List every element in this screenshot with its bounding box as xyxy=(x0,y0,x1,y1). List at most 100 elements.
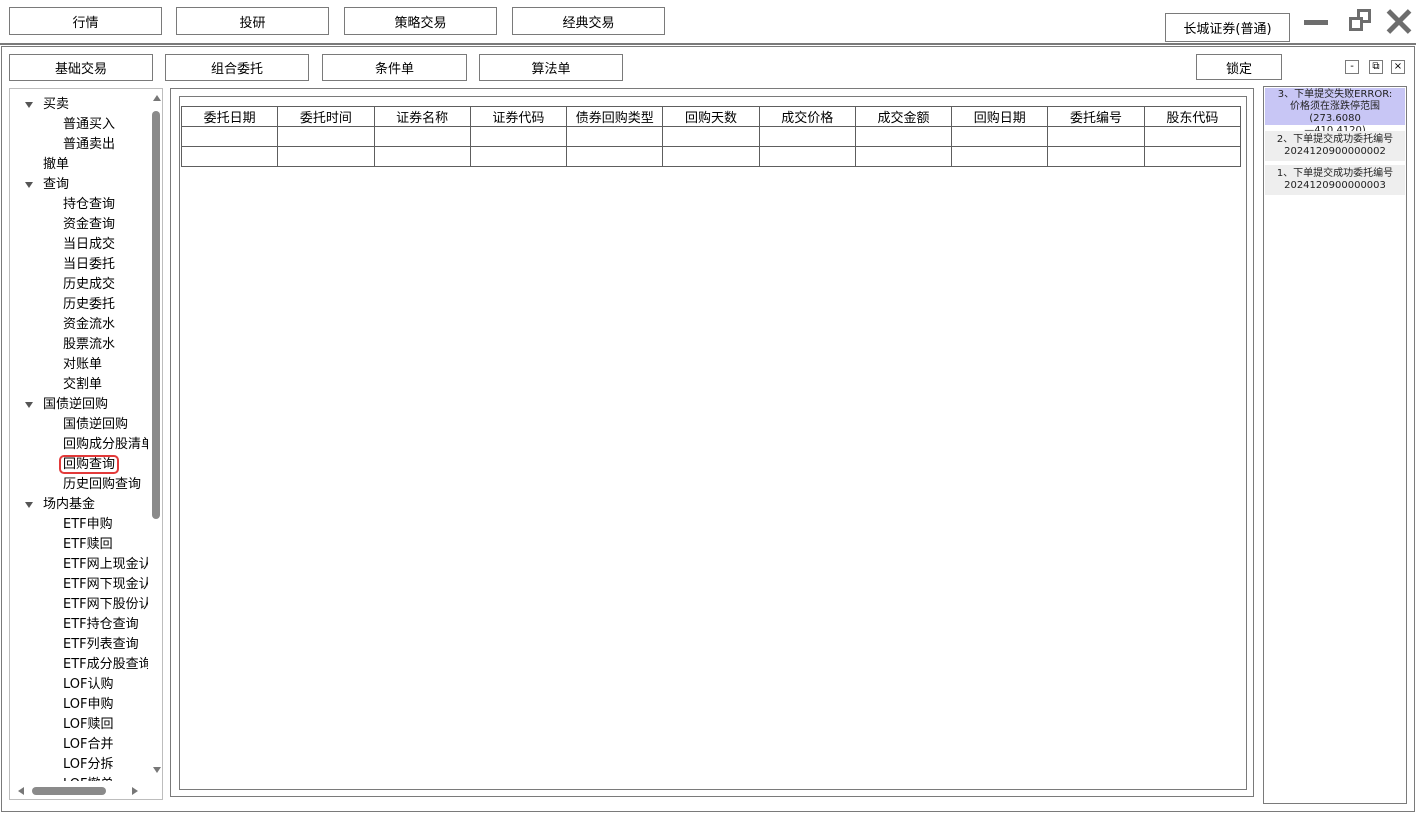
table-row[interactable] xyxy=(180,126,1242,147)
tab-market[interactable]: 行情 xyxy=(9,7,162,35)
tree-vertical-scrollbar[interactable] xyxy=(150,89,162,784)
column-header[interactable]: 回购天数 xyxy=(662,106,760,127)
panel-minimize-icon[interactable]: - xyxy=(1345,60,1359,74)
tree-item[interactable]: ETF网上现金认购 xyxy=(10,555,148,575)
column-header[interactable]: 成交金额 xyxy=(854,106,953,127)
tree-item[interactable]: 国债逆回购 xyxy=(10,415,148,435)
panel-close-icon[interactable]: × xyxy=(1391,60,1405,74)
tree-item-label: LOF申购 xyxy=(63,697,114,712)
tree-item[interactable]: LOF赎回 xyxy=(10,715,148,735)
tree-item[interactable]: LOF撤单 xyxy=(10,775,148,781)
tree-item[interactable]: ETF赎回 xyxy=(10,535,148,555)
tree-item[interactable]: 当日成交 xyxy=(10,235,148,255)
tree-item[interactable]: 资金查询 xyxy=(10,215,148,235)
table-cell xyxy=(277,146,375,167)
tree-item[interactable]: 交割单 xyxy=(10,375,148,395)
subtab-portfolio-order[interactable]: 组合委托 xyxy=(165,54,309,81)
tree-item-label: 历史成交 xyxy=(63,277,116,292)
tree-horizontal-scrollbar[interactable] xyxy=(10,783,150,799)
tree-item-label: 股票流水 xyxy=(63,337,116,352)
tree-item[interactable]: 历史回购查询 xyxy=(10,475,148,495)
column-header[interactable]: 委托时间 xyxy=(277,106,375,127)
subtab-conditional-order[interactable]: 条件单 xyxy=(322,54,467,81)
tree-item[interactable]: LOF分拆 xyxy=(10,755,148,775)
tree-item[interactable]: ETF申购 xyxy=(10,515,148,535)
tree-item[interactable]: LOF合并 xyxy=(10,735,148,755)
top-bar: 行情 投研 策略交易 经典交易 长城证券(普通) xyxy=(0,0,1416,44)
tree-item[interactable]: LOF认购 xyxy=(10,675,148,695)
expand-arrow-icon[interactable] xyxy=(25,102,33,108)
tree-item[interactable]: 普通卖出 xyxy=(10,135,148,155)
column-header[interactable]: 回购日期 xyxy=(951,106,1049,127)
tree-item[interactable]: 资金流水 xyxy=(10,315,148,335)
horizontal-scroll-thumb[interactable] xyxy=(32,787,106,795)
tree-item[interactable]: 当日委托 xyxy=(10,255,148,275)
tab-strategy-trading[interactable]: 策略交易 xyxy=(344,7,497,35)
tree-item[interactable]: 历史委托 xyxy=(10,295,148,315)
tree-item[interactable]: ETF网下股份认购 xyxy=(10,595,148,615)
table-cell xyxy=(1143,126,1242,147)
tree-group[interactable]: 国债逆回购 xyxy=(10,395,148,415)
scroll-down-arrow-icon[interactable] xyxy=(153,767,161,773)
tree-item[interactable]: 回购成分股清单 xyxy=(10,435,148,455)
subtab-algo-order[interactable]: 算法单 xyxy=(479,54,623,81)
column-header[interactable]: 债券回购类型 xyxy=(566,106,664,127)
tree-item[interactable]: 对账单 xyxy=(10,355,148,375)
column-header[interactable]: 委托编号 xyxy=(1047,106,1145,127)
nav-tree-panel: 买卖 普通买入 普通卖出 撤单查询持仓查询资金查询当日成交 当日委托历史成交历史委托资金… xyxy=(9,88,163,800)
tree-item-label: ETF申购 xyxy=(63,517,113,532)
message-line: 2024120900000003 xyxy=(1284,180,1386,191)
column-header[interactable]: 成交价格 xyxy=(758,106,856,127)
column-header[interactable]: 股东代码 xyxy=(1143,106,1242,127)
tree-item[interactable]: ETF网下现金认购 xyxy=(10,575,148,595)
expand-arrow-icon[interactable] xyxy=(25,402,33,408)
tree-item-label: ETF网上现金认购 xyxy=(63,557,148,572)
tree-item[interactable]: 撤单 xyxy=(10,155,148,175)
minimize-window-icon[interactable] xyxy=(1302,8,1332,36)
tree-item[interactable]: ETF成分股查询 xyxy=(10,655,148,675)
tree-item-label: LOF撤单 xyxy=(63,777,114,781)
tree-item-label: 资金查询 xyxy=(63,217,116,232)
table-cell xyxy=(566,126,664,147)
tree-item[interactable]: ETF列表查询 xyxy=(10,635,148,655)
content-panel: 委托日期 委托时间 证券名称 证券代码 债券回购类型 回购天数 成交价格 成交金额 回购日期 委托… xyxy=(170,88,1254,797)
tree-item-label: 查询 xyxy=(43,177,70,192)
panel-restore-icon[interactable]: ⧉ xyxy=(1369,60,1383,74)
close-window-icon[interactable] xyxy=(1384,8,1414,36)
tree-item[interactable]: 回购查询 xyxy=(10,455,148,475)
tree-item[interactable]: LOF申购 xyxy=(10,695,148,715)
column-header[interactable]: 证券名称 xyxy=(373,106,471,127)
column-header[interactable]: 委托日期 xyxy=(180,106,279,127)
vertical-scroll-thumb[interactable] xyxy=(152,111,160,519)
scroll-left-arrow-icon[interactable] xyxy=(18,787,24,795)
table-cell xyxy=(373,126,471,147)
tree-group[interactable]: 场内基金 xyxy=(10,495,148,515)
message-line: 3、下单提交失败ERROR: xyxy=(1277,89,1393,100)
tree-item[interactable]: 股票流水 xyxy=(10,335,148,355)
tree-item[interactable]: 持仓查询 xyxy=(10,195,148,215)
tab-classic-trading[interactable]: 经典交易 xyxy=(512,7,665,35)
column-header[interactable]: 证券代码 xyxy=(469,106,568,127)
scroll-up-arrow-icon[interactable] xyxy=(153,95,161,101)
tree-item[interactable]: 历史成交 xyxy=(10,275,148,295)
tab-research[interactable]: 投研 xyxy=(176,7,329,35)
expand-arrow-icon[interactable] xyxy=(25,502,33,508)
subtab-basic-trading[interactable]: 基础交易 xyxy=(9,54,153,81)
table-cell xyxy=(951,146,1049,167)
tree-item[interactable]: 普通买入 xyxy=(10,115,148,135)
table-row[interactable] xyxy=(180,146,1242,167)
tree-item[interactable]: ETF持仓查询 xyxy=(10,615,148,635)
expand-arrow-icon[interactable] xyxy=(25,182,33,188)
table-cell xyxy=(758,126,856,147)
repo-query-grid-area: 委托日期 委托时间 证券名称 证券代码 债券回购类型 回购天数 成交价格 成交金额 回购日期 委托… xyxy=(179,96,1247,790)
tree-item-label: 回购查询 xyxy=(58,455,120,474)
tree-item-label: 历史委托 xyxy=(63,297,116,312)
account-selector[interactable]: 长城证券(普通) xyxy=(1165,13,1290,42)
scroll-right-arrow-icon[interactable] xyxy=(132,787,138,795)
tree-group[interactable]: 查询 xyxy=(10,175,148,195)
tree-item-label: 国债逆回购 xyxy=(43,397,109,412)
tree-group[interactable]: 买卖 xyxy=(10,95,148,115)
restore-window-icon[interactable] xyxy=(1346,8,1376,36)
lock-button[interactable]: 锁定 xyxy=(1196,54,1282,80)
tree-item-label: ETF网下股份认购 xyxy=(63,597,148,612)
